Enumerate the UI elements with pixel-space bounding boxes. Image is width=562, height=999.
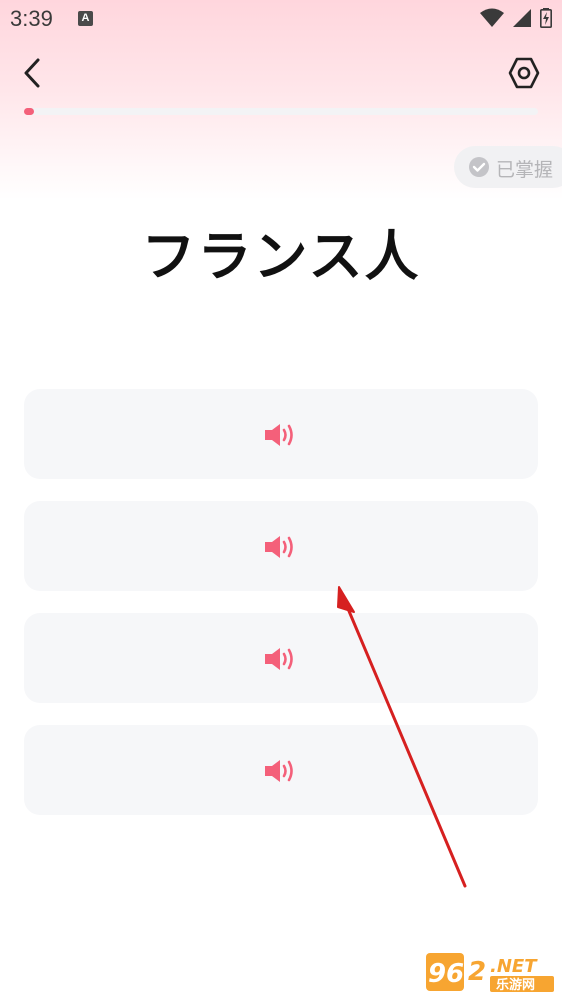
svg-text:2: 2 [468,957,486,987]
progress-fill [24,108,34,115]
status-time: 3:39 [10,6,53,31]
speaker-icon [265,536,293,558]
signal-icon [512,9,531,27]
notification-app-icon: A [78,11,93,26]
chevron-left-icon [24,58,40,88]
svg-text:乐游网: 乐游网 [496,977,535,993]
audio-option-1[interactable] [24,389,538,479]
battery-icon [540,8,552,28]
speaker-icon [265,424,293,446]
word-title: フランス人 [141,225,421,288]
wifi-icon [479,8,504,27]
audio-option-2[interactable] [24,501,538,591]
settings-button[interactable] [506,56,542,90]
hexagon-settings-icon [508,57,540,89]
back-button[interactable] [18,56,48,90]
site-watermark-logo: 9 6 2 .NET 乐游网 [424,950,558,994]
status-bar: 3:39 A [0,0,562,36]
svg-text:.NET: .NET [490,956,538,977]
progress-bar [24,108,538,115]
check-circle-icon [469,157,489,177]
status-icons [476,8,552,28]
speaker-icon [265,760,293,782]
svg-text:6: 6 [446,959,464,989]
mastered-label: 已掌握 [496,159,554,181]
svg-text:9: 9 [428,959,446,989]
audio-option-4[interactable] [24,725,538,815]
mastered-button[interactable]: 已掌握 [454,146,562,188]
audio-option-3[interactable] [24,613,538,703]
speaker-icon [265,648,293,670]
